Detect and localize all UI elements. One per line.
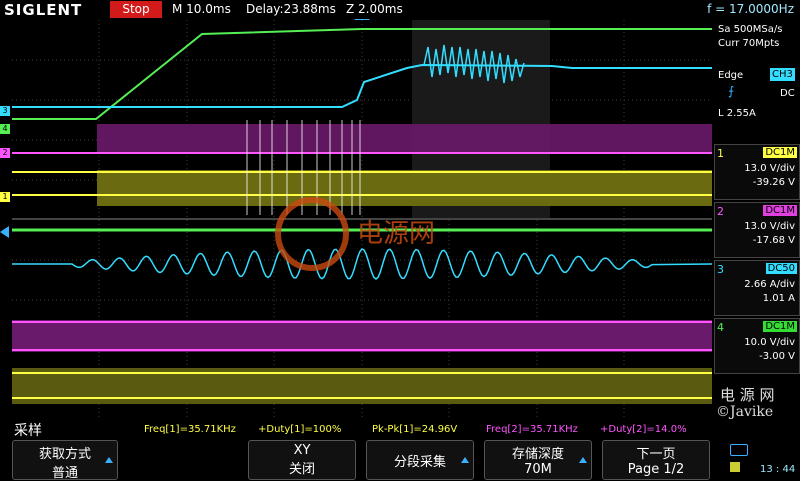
acquire-mode-label: 采样 — [14, 423, 42, 439]
ch1-coupling: DC1M — [763, 147, 797, 158]
xy-value: 关闭 — [288, 462, 315, 477]
ch2-marker[interactable]: 2 — [0, 148, 10, 158]
ch1-info-box[interactable]: 1 DC1M 13.0 V/div -39.26 V — [714, 144, 800, 200]
center-watermark-text: 电源网 — [357, 219, 435, 249]
ch3-scale: 2.66 A/div — [744, 279, 795, 290]
ch2-zoom-band — [12, 320, 712, 352]
ch1-marker[interactable]: 1 — [0, 192, 10, 202]
ch1-offset: -39.26 V — [752, 177, 795, 188]
meas-freq-ch2: Freq[2]=35.71KHz — [486, 424, 578, 435]
segment-label: 分段采集 — [393, 455, 446, 470]
select-arrow-icon — [105, 457, 113, 463]
xy-mode-button[interactable]: XY 关闭 — [248, 440, 356, 480]
ch2-scale: 13.0 V/div — [744, 221, 795, 232]
ch2-offset: -17.68 V — [752, 235, 795, 246]
memory-depth-value: 70M — [524, 462, 552, 477]
watermark-site: 电 源 网 — [720, 386, 775, 404]
meas-duty-ch2: +Duty[2]=14.0% — [600, 424, 687, 435]
ch4-number: 4 — [717, 321, 724, 334]
waveform-canvas: 电源网 — [12, 20, 713, 420]
clock: 13 : 44 — [760, 464, 796, 475]
trigger-source[interactable]: CH3 — [770, 68, 795, 81]
top-status-bar: SIGLENT Stop M 10.0ms Delay:23.88ms Z 2.… — [0, 0, 800, 20]
watermark-logo-icon — [275, 197, 349, 271]
trigger-level: L 2.55A — [718, 108, 756, 119]
meas-freq-ch1: Freq[1]=35.71KHz — [144, 424, 236, 435]
ch2-waveform-band — [97, 124, 712, 154]
xy-title: XY — [293, 443, 311, 458]
ch3-coupling: DC50 — [765, 263, 797, 274]
brand-logo: SIGLENT — [4, 1, 83, 19]
timebase-readout[interactable]: M 10.0ms — [172, 2, 231, 16]
run-stop-indicator[interactable]: Stop — [110, 1, 162, 18]
zoom-readout[interactable]: Z 2.00ms — [346, 2, 403, 16]
meas-pkpk-ch1: Pk-Pk[1]=24.96V — [372, 424, 458, 435]
meas-duty-ch1: +Duty[1]=100% — [258, 424, 342, 435]
ch4-marker[interactable]: 4 — [0, 124, 10, 134]
ch3-offset: 1.01 A — [762, 293, 795, 304]
ch3-number: 3 — [717, 263, 724, 276]
ch4-scale: 10.0 V/div — [744, 337, 795, 348]
sample-rate: Sa 500MSa/s — [718, 24, 783, 35]
waveform-display[interactable]: 电源网 — [12, 20, 713, 420]
right-info-panel: Sa 500MSa/s Curr 70Mpts Edge CH3 ⨍ DC L … — [714, 20, 800, 420]
battery-icon — [730, 444, 748, 456]
delay-readout[interactable]: Delay:23.88ms — [246, 2, 336, 16]
ch1-number: 1 — [717, 147, 724, 160]
measurement-bar: 采样 Freq[1]=35.71KHz +Duty[1]=100% Pk-Pk[… — [0, 420, 800, 439]
frequency-counter: f = 17.0000Hz — [707, 2, 794, 16]
ch1-waveform-band — [97, 170, 712, 206]
select-arrow-icon — [579, 457, 587, 463]
watermark-author: ©Javike — [716, 404, 774, 420]
acquire-mode-title: 获取方式 — [38, 447, 91, 462]
next-page-button[interactable]: 下一页 Page 1/2 — [602, 440, 710, 480]
next-page-value: Page 1/2 — [627, 462, 685, 477]
ch3-marker[interactable]: 3 — [0, 106, 10, 116]
memory-depth-title: 存储深度 — [511, 447, 564, 462]
ch4-info-box[interactable]: 4 DC1M 10.0 V/div -3.00 V — [714, 318, 800, 374]
rising-edge-icon: ⨍ — [728, 84, 735, 98]
ch2-coupling: DC1M — [763, 205, 797, 216]
ch4-offset: -3.00 V — [759, 351, 795, 362]
ch2-number: 2 — [717, 205, 724, 218]
memory-depth-button[interactable]: 存储深度 70M — [484, 440, 592, 480]
ch4-coupling: DC1M — [763, 321, 797, 332]
network-icon — [730, 462, 740, 472]
trigger-coupling: DC — [780, 88, 795, 99]
zoom-position-arrow-icon — [0, 226, 9, 238]
next-page-title: 下一页 — [636, 447, 676, 462]
ch1-scale: 13.0 V/div — [744, 163, 795, 174]
submenu-arrow-icon — [461, 457, 469, 463]
memory-depth: Curr 70Mpts — [718, 38, 780, 49]
segment-acquire-button[interactable]: 分段采集 — [366, 440, 474, 480]
ch4-waveform — [12, 28, 712, 120]
acquire-mode-value: 普通 — [51, 466, 78, 481]
acquire-mode-button[interactable]: 获取方式 普通 — [12, 440, 118, 481]
ch2-info-box[interactable]: 2 DC1M 13.0 V/div -17.68 V — [714, 202, 800, 258]
trigger-type[interactable]: Edge — [718, 70, 743, 81]
ch3-info-box[interactable]: 3 DC50 2.66 A/div 1.01 A — [714, 260, 800, 316]
